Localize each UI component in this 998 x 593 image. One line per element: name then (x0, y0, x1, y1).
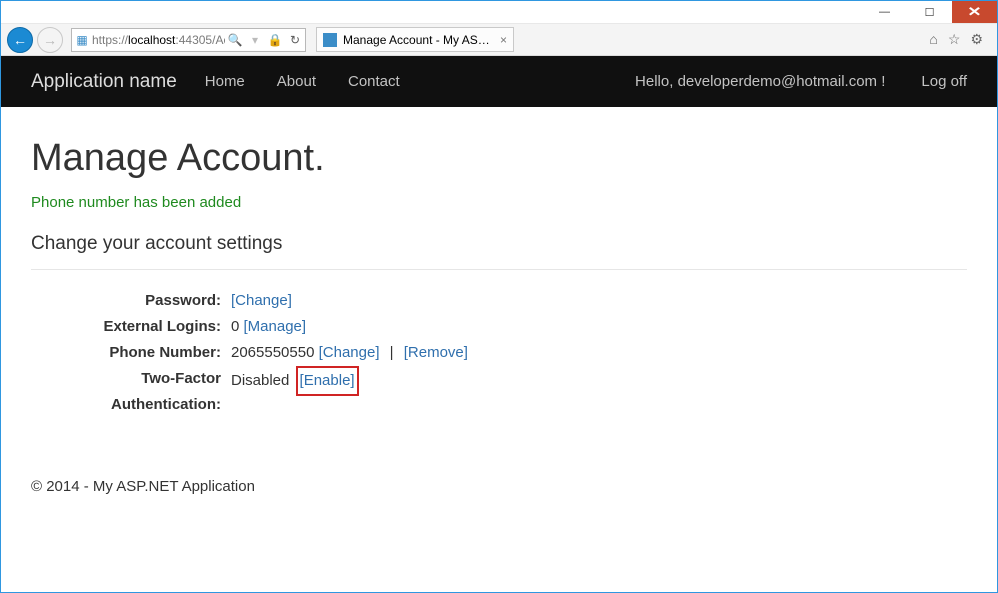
two-factor-status: Disabled (231, 372, 289, 389)
tools-icon[interactable]: ⚙ (970, 31, 983, 48)
address-bar-text: https://localhost:44305/Acc (92, 33, 225, 47)
label-two-factor: Two-Factor Authentication: (31, 366, 231, 418)
maximize-icon: ☐ (925, 6, 935, 19)
phone-separator: | (390, 344, 394, 361)
phone-change-link[interactable]: [Change] (319, 344, 380, 361)
nav-link-home[interactable]: Home (205, 73, 245, 90)
lock-icon: 🔒 (265, 33, 285, 47)
nav-link-about[interactable]: About (277, 73, 316, 90)
window-maximize-button[interactable]: ☐ (907, 1, 952, 23)
page-viewport: Application name Home About Contact Hell… (1, 56, 997, 592)
minimize-icon: — (879, 6, 890, 18)
search-icon[interactable]: 🔍 (225, 33, 245, 47)
external-logins-count: 0 (231, 318, 239, 335)
browser-toolbar: ← → ▦ https://localhost:44305/Acc 🔍 ▾ 🔒 … (1, 24, 997, 56)
phone-number-value: 2065550550 (231, 344, 314, 361)
settings-subheading: Change your account settings (31, 233, 967, 255)
setting-row-password: Password: [Change] (31, 288, 967, 314)
divider (31, 269, 967, 270)
setting-row-external-logins: External Logins: 0 [Manage] (31, 314, 967, 340)
window-titlebar: — ☐ ✕ (1, 1, 997, 24)
tab-favicon-icon (323, 33, 337, 47)
refresh-icon[interactable]: ↻ (285, 33, 305, 47)
site-navbar: Application name Home About Contact Hell… (1, 56, 997, 107)
label-password: Password: (31, 288, 231, 314)
status-message: Phone number has been added (31, 194, 967, 211)
window-minimize-button[interactable]: — (862, 1, 907, 23)
phone-remove-link[interactable]: [Remove] (404, 344, 468, 361)
page-footer: © 2014 - My ASP.NET Application (31, 478, 967, 495)
navbar-brand[interactable]: Application name (31, 71, 177, 93)
label-phone-number: Phone Number: (31, 340, 231, 366)
two-factor-enable-highlight: [Enable] (296, 366, 359, 396)
arrow-right-icon: → (43, 33, 57, 47)
password-change-link[interactable]: [Change] (231, 292, 292, 309)
home-icon[interactable]: ⌂ (929, 31, 937, 48)
site-favicon-icon: ▦ (72, 33, 92, 47)
nav-forward-button[interactable]: → (37, 27, 63, 53)
address-bar[interactable]: ▦ https://localhost:44305/Acc 🔍 ▾ 🔒 ↻ (71, 28, 306, 52)
arrow-left-icon: ← (13, 33, 27, 47)
favorites-icon[interactable]: ☆ (948, 31, 961, 48)
label-external-logins: External Logins: (31, 314, 231, 340)
window-close-button[interactable]: ✕ (952, 1, 997, 23)
setting-row-phone-number: Phone Number: 2065550550 [Change] | [Rem… (31, 340, 967, 366)
tab-title: Manage Account - My ASP.... (343, 33, 494, 47)
settings-list: Password: [Change] External Logins: 0 [M… (31, 288, 967, 418)
nav-link-contact[interactable]: Contact (348, 73, 400, 90)
page-title: Manage Account. (31, 137, 967, 180)
external-logins-manage-link[interactable]: [Manage] (244, 318, 307, 335)
tab-close-button[interactable]: × (500, 33, 507, 47)
nav-back-button[interactable]: ← (7, 27, 33, 53)
setting-row-two-factor: Two-Factor Authentication: Disabled [Ena… (31, 366, 967, 418)
nav-logoff-link[interactable]: Log off (921, 73, 967, 90)
close-icon: ✕ (967, 4, 981, 20)
browser-tab[interactable]: Manage Account - My ASP.... × (316, 27, 514, 52)
two-factor-enable-link[interactable]: [Enable] (300, 372, 355, 389)
nav-user-greeting[interactable]: Hello, developerdemo@hotmail.com ! (635, 73, 885, 90)
